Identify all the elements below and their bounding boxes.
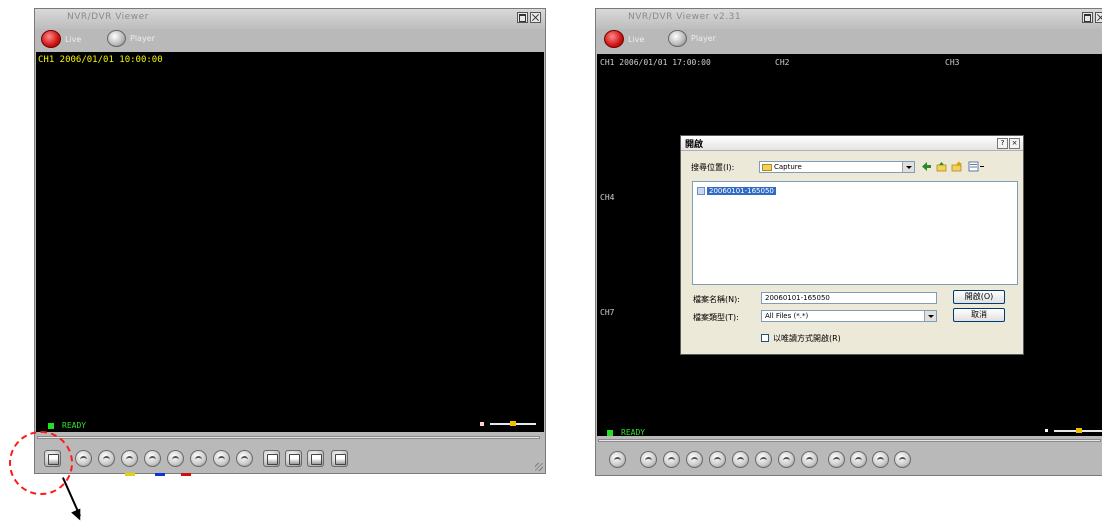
osd-ch2: CH2 [775, 58, 790, 67]
split-1-icon[interactable] [850, 451, 867, 468]
speaker-icon [480, 422, 484, 426]
cancel-button[interactable]: 取消 [953, 308, 1005, 322]
maximize-icon[interactable] [1082, 12, 1093, 23]
readonly-checkbox[interactable] [761, 334, 769, 342]
osd-ch4: CH4 [600, 193, 615, 202]
filename-label: 檔案名稱(N): [693, 295, 740, 304]
left-title-bar[interactable]: NVR/DVR Viewer [35, 9, 545, 29]
status-indicator: READY [607, 428, 645, 437]
status-led-icon [48, 422, 54, 429]
open-button[interactable]: 開啟(O) [953, 290, 1005, 304]
osd-channel-time: CH1 2006/01/01 10:00:00 [38, 55, 163, 65]
close-icon[interactable] [1095, 12, 1102, 23]
color-mark-red [181, 473, 191, 476]
seek-bar[interactable] [598, 439, 1101, 442]
maximize-icon[interactable] [517, 12, 528, 23]
split-1-icon[interactable] [285, 450, 302, 467]
look-in-dropdown[interactable]: Capture [759, 161, 915, 173]
arrow-head-icon [71, 508, 85, 523]
split-4-icon[interactable] [307, 450, 324, 467]
fast-icon[interactable] [213, 450, 230, 467]
volume-slider[interactable] [490, 421, 536, 426]
pause-icon[interactable] [98, 450, 115, 467]
player-mode-button[interactable]: Player [668, 30, 716, 47]
step-back-icon[interactable] [709, 451, 726, 468]
stop-icon[interactable] [121, 450, 138, 467]
dialog-title-bar[interactable]: 開啟 ? × [681, 136, 1023, 151]
file-list[interactable]: 20060101-165050 [692, 181, 1018, 285]
status-indicator: READY [48, 421, 86, 430]
close-icon[interactable]: × [1009, 138, 1020, 149]
up-folder-icon[interactable] [936, 161, 947, 172]
osd-ch3: CH3 [945, 58, 960, 67]
close-icon[interactable] [530, 12, 541, 23]
seek-bar[interactable] [37, 436, 540, 439]
volume-knob[interactable] [1076, 428, 1082, 433]
fast-icon[interactable] [778, 451, 795, 468]
stop-icon[interactable] [686, 451, 703, 468]
color-mark-yellow [125, 473, 135, 476]
player-icon [668, 30, 687, 47]
rewind-icon[interactable] [236, 450, 253, 467]
help-icon[interactable]: ? [997, 138, 1008, 149]
highlight-callout [9, 431, 73, 495]
right-mode-bar: Live Player [596, 29, 1102, 51]
live-mode-button[interactable]: Live [41, 30, 81, 48]
snapshot-icon[interactable] [263, 450, 280, 467]
dialog-title: 開啟 [685, 140, 704, 150]
volume-slider[interactable] [1054, 428, 1102, 433]
live-icon [604, 30, 624, 48]
folder-icon [762, 164, 772, 171]
player-icon [107, 30, 126, 47]
step-back-icon[interactable] [144, 450, 161, 467]
open-file-dialog: 開啟 ? × 搜尋位置(I): Capture 20060101-165050 … [680, 135, 1024, 355]
filename-field[interactable]: 20060101-165050 [761, 292, 937, 304]
rewind-icon[interactable] [801, 451, 818, 468]
slow-icon[interactable] [190, 450, 207, 467]
color-mark-blue [155, 473, 165, 476]
back-icon[interactable] [921, 161, 932, 172]
right-window-title: NVR/DVR Viewer v2.31 [628, 12, 742, 22]
right-title-bar[interactable]: NVR/DVR Viewer v2.31 [596, 9, 1102, 29]
open-file-icon[interactable] [609, 451, 626, 468]
play-icon[interactable] [640, 451, 657, 468]
status-led-icon [607, 429, 613, 436]
left-viewer-window: NVR/DVR Viewer Live Player CH1 2006/01/0… [34, 8, 546, 476]
player-mode-button[interactable]: Player [107, 30, 155, 47]
split-9-icon[interactable] [894, 451, 911, 468]
step-forward-icon[interactable] [732, 451, 749, 468]
readonly-label: 以唯讀方式開啟(R) [773, 334, 841, 343]
speaker-icon [1045, 429, 1048, 432]
live-mode-button[interactable]: Live [604, 30, 644, 48]
new-folder-icon[interactable] [951, 161, 962, 172]
split-9-icon[interactable] [331, 450, 348, 467]
look-in-label: 搜尋位置(I): [691, 163, 735, 172]
left-video-screen[interactable]: CH1 2006/01/01 10:00:00 READY [36, 52, 544, 432]
split-4-icon[interactable] [872, 451, 889, 468]
play-icon[interactable] [75, 450, 92, 467]
snapshot-icon[interactable] [828, 451, 845, 468]
chevron-down-icon[interactable] [924, 311, 936, 321]
live-icon [41, 30, 61, 48]
pause-icon[interactable] [663, 451, 680, 468]
filetype-dropdown[interactable]: All Files (*.*) [761, 310, 937, 322]
step-forward-icon[interactable] [167, 450, 184, 467]
filetype-label: 檔案類型(T): [693, 313, 739, 322]
chevron-down-icon[interactable] [902, 162, 914, 172]
left-mode-bar: Live Player [35, 29, 545, 51]
osd-ch1: CH1 2006/01/01 17:00:00 [600, 58, 711, 67]
slow-icon[interactable] [755, 451, 772, 468]
left-window-title: NVR/DVR Viewer [67, 12, 149, 22]
volume-knob[interactable] [510, 421, 516, 426]
view-menu-icon[interactable] [968, 161, 986, 172]
list-item[interactable]: 20060101-165050 [697, 186, 776, 196]
file-icon [697, 187, 705, 195]
osd-ch7: CH7 [600, 308, 615, 317]
resize-grip-icon[interactable] [535, 463, 543, 471]
